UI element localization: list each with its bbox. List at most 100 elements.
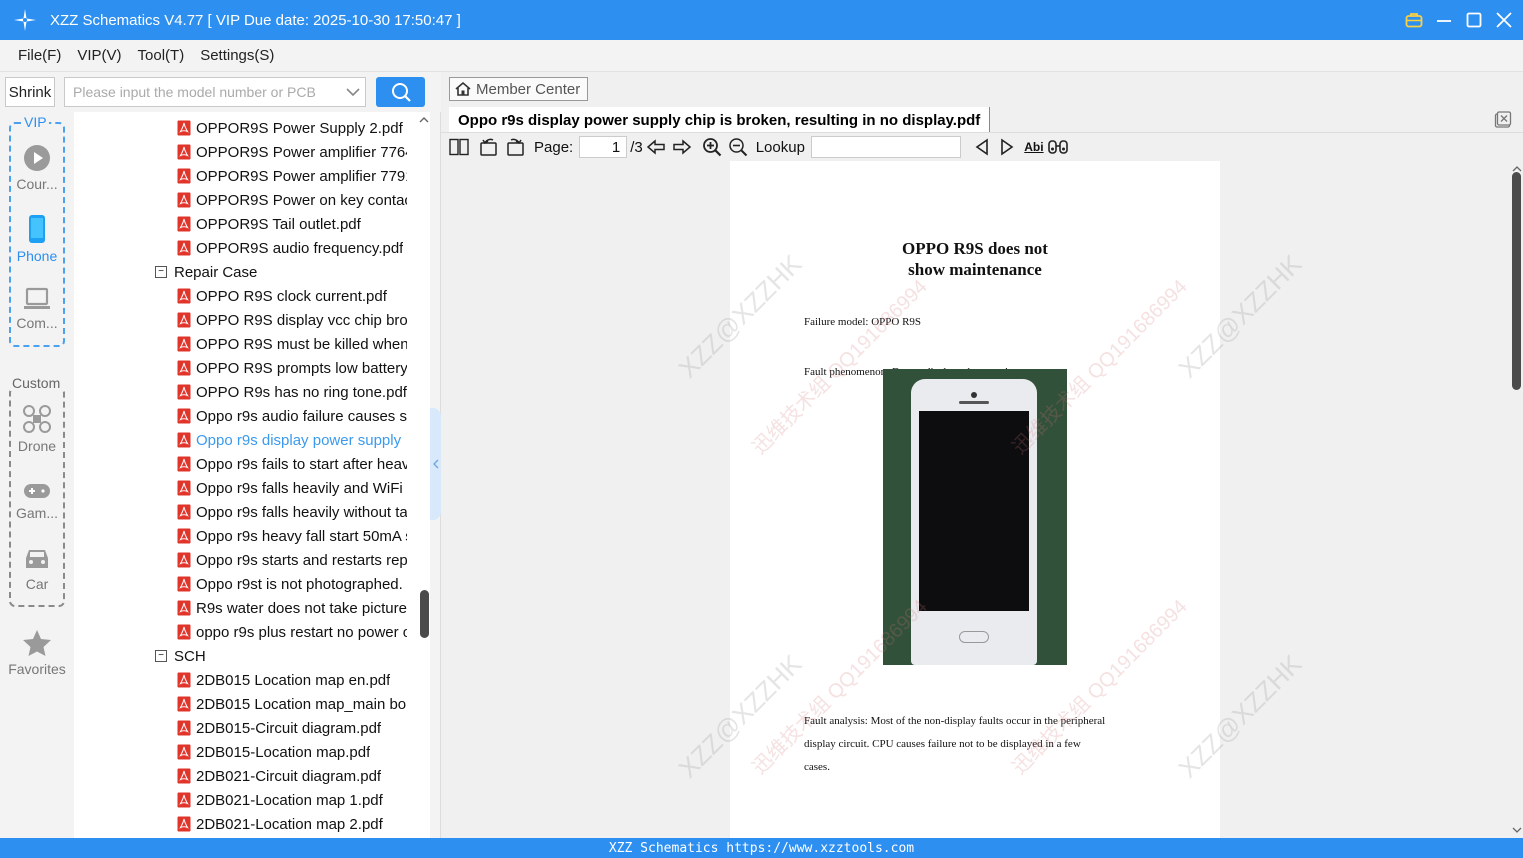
tree-file-item[interactable]: OPPO R9S display vcc chip brok [177,308,407,332]
category-favorites[interactable]: Favorites [5,629,69,677]
tree-file-item[interactable]: OPPO R9S must be killed when [177,332,407,356]
gamepad-icon [24,484,50,498]
tree-file-label: OPPOR9S Tail outlet.pdf [196,215,361,233]
pdf-file-icon [177,456,196,472]
menu-settings[interactable]: Settings(S) [200,47,274,64]
tree-file-item[interactable]: Oppo r9s heavy fall start 50mA s [177,524,407,548]
tree-file-label: Oppo r9s audio failure causes sl [196,407,407,425]
pdf-file-icon [177,768,196,784]
tree-file-item[interactable]: 2DB015 Location map en.pdf [177,668,407,692]
category-car[interactable]: Car [5,546,69,592]
tree-file-item[interactable]: Oppo r9st is not photographed. [177,572,407,596]
tree-file-item[interactable]: oppo r9s plus restart no power o [177,620,407,644]
tree-file-item[interactable]: OPPOR9S audio frequency.pdf [177,236,407,260]
menu-vip[interactable]: VIP(V) [77,47,121,64]
tree-folder[interactable]: − Repair Case [155,260,257,284]
category-game[interactable]: Gam... [5,481,69,521]
maximize-icon[interactable] [1465,11,1483,29]
pdf-file-icon [177,360,196,376]
lookup-input[interactable] [810,136,961,158]
find-previous-icon[interactable] [971,136,993,158]
tree-file-item[interactable]: R9s water does not take picture [177,596,407,620]
tree-file-item[interactable]: 2DB015-Location map.pdf [177,740,407,764]
category-courses[interactable]: Cour... [5,144,69,192]
tree-scrollbar[interactable] [418,112,430,838]
find-all-icon[interactable] [1047,136,1069,158]
pdf-file-icon [177,552,196,568]
page-number-input[interactable]: 1 [579,136,628,158]
tree-file-item[interactable]: Oppo r9s audio failure causes sl [177,404,407,428]
phone-photo [883,369,1067,665]
pdf-file-icon [177,288,196,304]
tree-file-item[interactable]: Oppo r9s fails to start after heav [177,452,407,476]
tree-file-item[interactable]: OPPOR9S Power on key contact [177,188,407,212]
pdf-file-icon [177,336,196,352]
search-placeholder: Please input the model number or PCB [73,84,316,100]
vip-bag-icon[interactable] [1405,11,1423,29]
play-icon [24,145,50,171]
watermark: XZZ@XZZHK [672,648,808,784]
tree-file-item[interactable]: Oppo r9s starts and restarts repe [177,548,407,572]
tree-file-item[interactable]: OPPOR9S Power amplifier 7764 [177,140,407,164]
document-tab[interactable]: Oppo r9s display power supply chip is br… [449,107,991,133]
next-page-icon[interactable] [671,136,693,158]
phone-icon [29,215,45,243]
model-search-input[interactable]: Please input the model number or PCB [64,77,366,107]
category-phone[interactable]: Phone [5,214,69,264]
collapse-icon[interactable]: − [155,650,167,662]
previous-page-icon[interactable] [645,136,667,158]
tree-file-item[interactable]: 2DB015 Location map_main bo [177,692,407,716]
zoom-in-icon[interactable] [701,136,723,158]
tree-folder[interactable]: − SCH [155,644,206,668]
doc-failure-model: Failure model: OPPO R9S [804,316,922,328]
pdf-file-icon [177,192,196,208]
menu-tool[interactable]: Tool(T) [138,47,185,64]
tree-file-item[interactable]: Oppo r9s display power supply [177,428,407,452]
tree-file-item[interactable]: 2DB015-Circuit diagram.pdf [177,716,407,740]
match-case-button[interactable]: Abi [1023,136,1045,158]
category-drone[interactable]: Drone [5,404,69,454]
tree-file-item[interactable]: OPPOR9S Power amplifier 7791 [177,164,407,188]
document-view[interactable]: OPPO R9S does not show maintenance Failu… [441,161,1511,838]
shrink-button[interactable]: Shrink [5,77,55,107]
search-button[interactable] [376,77,425,107]
tree-file-label: OPPOR9S Power Supply 2.pdf [196,119,403,137]
two-page-view-icon[interactable] [448,136,470,158]
zoom-out-icon[interactable] [727,136,749,158]
chevron-down-icon[interactable] [341,87,365,97]
tree-file-item[interactable]: 2DB021-Circuit diagram.pdf [177,764,407,788]
find-next-icon[interactable] [996,136,1018,158]
tree-file-label: Oppo r9s heavy fall start 50mA s [196,527,407,545]
tree-file-label: OPPO R9S must be killed when [196,335,407,353]
document-scroll-thumb[interactable] [1512,172,1521,390]
close-document-icon[interactable] [1493,110,1513,130]
collapse-panel-handle[interactable] [430,408,441,520]
tree-file-item[interactable]: Oppo r9s falls heavily without ta [177,500,407,524]
tree-file-item[interactable]: OPPO R9S clock current.pdf [177,284,407,308]
tree-file-label: 2DB015-Circuit diagram.pdf [196,719,382,737]
tree-file-item[interactable]: 2DB021-Location map 2.pdf [177,812,407,836]
tree-file-item[interactable]: OPPOR9S Power Supply 2.pdf [177,116,407,140]
category-computer[interactable]: Com... [5,287,69,331]
pdf-file-icon [177,312,196,328]
tree-file-item[interactable]: OPPO R9S prompts low battery. [177,356,407,380]
menu-file[interactable]: File(F) [18,47,61,64]
rotate-left-icon[interactable] [478,136,500,158]
pdf-file-icon [177,624,196,640]
close-icon[interactable] [1495,11,1513,29]
tree-scroll-thumb[interactable] [420,590,429,638]
tree-file-item[interactable]: 2DB021-Location map 1.pdf [177,788,407,812]
tree-file-label: OPPO R9s has no ring tone.pdf [196,383,407,401]
collapse-icon[interactable]: − [155,266,167,278]
drone-icon [23,405,51,433]
tree-folder-label: SCH [174,647,206,665]
watermark: XZZ@XZZHK [1172,648,1308,784]
pdf-toolbar: Page: 1 /3 Lookup Abi [441,133,1523,161]
rotate-right-icon[interactable] [504,136,526,158]
tree-file-item[interactable]: OPPO R9s has no ring tone.pdf [177,380,407,404]
tree-file-label: OPPO R9S prompts low battery. [196,359,407,377]
tree-file-item[interactable]: Oppo r9s falls heavily and WiFi [177,476,407,500]
minimize-icon[interactable] [1435,11,1453,29]
member-center-button[interactable]: Member Center [449,77,588,101]
tree-file-item[interactable]: OPPOR9S Tail outlet.pdf [177,212,407,236]
